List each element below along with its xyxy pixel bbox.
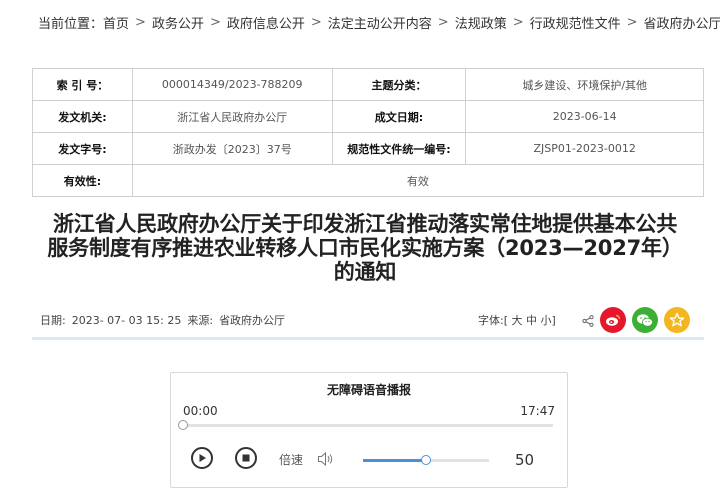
player-title: 无障碍语音播报 <box>326 383 411 397</box>
total-time: 17:47 <box>520 404 555 418</box>
meta-key-validity: 有效性: <box>32 164 133 197</box>
meta-value-issuer: 浙江省人民政府办公厅 <box>131 100 333 133</box>
progress-thumb[interactable] <box>178 420 188 430</box>
meta-row: 索 引 号： 000014349/2023-788209 主题分类： 城乡建设、… <box>32 68 704 101</box>
play-button[interactable] <box>191 447 213 469</box>
source-value: 省政府办公厅 <box>219 314 286 327</box>
breadcrumb-separator: > <box>512 14 524 30</box>
current-time: 00:00 <box>183 404 218 418</box>
breadcrumb-prefix: 当前位置： <box>38 16 104 32</box>
meta-row: 发文机关: 浙江省人民政府办公厅 成文日期: 2023-06-14 <box>32 100 704 133</box>
breadcrumb-separator: > <box>626 14 638 30</box>
progress-track[interactable] <box>183 424 553 427</box>
article-title-line: 服务制度有序推进农业转移人口市民化实施方案（2023—2027年） <box>47 236 683 260</box>
breadcrumb-normative-docs[interactable]: 行政规范性文件 <box>530 13 621 32</box>
article-title: 浙江省人民政府办公厅关于印发浙江省推动落实常住地提供基本公共 服务制度有序推进农… <box>20 212 710 284</box>
breadcrumb-statutory-content[interactable]: 法定主动公开内容 <box>328 13 432 32</box>
volume-slider-thumb[interactable] <box>421 455 431 465</box>
font-size-switcher: 字体:[ 大 中 小] <box>478 312 556 328</box>
share-icon[interactable] <box>582 315 594 327</box>
date-label: 日期: <box>40 314 66 327</box>
breadcrumb-regulations[interactable]: 法规政策 <box>455 13 507 32</box>
article-title-line: 浙江省人民政府办公厅关于印发浙江省推动落实常住地提供基本公共 <box>53 212 677 236</box>
breadcrumb-separator: > <box>437 14 449 30</box>
weibo-icon <box>606 314 621 326</box>
document-meta-table: 索 引 号： 000014349/2023-788209 主题分类： 城乡建设、… <box>32 68 705 197</box>
breadcrumb-info-disclosure[interactable]: 政府信息公开 <box>227 13 305 32</box>
article-title-line: 的通知 <box>333 260 397 284</box>
font-size-label: 字体: <box>478 314 504 327</box>
star-icon <box>669 312 685 327</box>
meta-row: 发文字号: 浙政办发〔2023〕37号 规范性文件统一编号: ZJSP01-20… <box>32 132 704 165</box>
meta-row: 有效性: 有效 <box>32 164 705 197</box>
breadcrumb-separator: > <box>209 14 221 30</box>
section-divider <box>32 337 704 340</box>
favorite-button[interactable] <box>664 307 690 333</box>
audio-player: 无障碍语音播报 00:00 17:47 倍速 50 <box>170 372 568 488</box>
source-label: 来源: <box>187 314 214 327</box>
playback-speed-button[interactable]: 倍速 <box>279 451 303 468</box>
breadcrumb-gov-affairs[interactable]: 政务公开 <box>152 13 204 32</box>
meta-value-validity: 有效 <box>131 164 705 197</box>
meta-value-doc-number: 浙政办发〔2023〕37号 <box>131 132 333 165</box>
meta-key-topic: 主题分类： <box>331 68 467 101</box>
meta-key-index: 索 引 号： <box>32 68 133 101</box>
wechat-share-button[interactable] <box>632 307 658 333</box>
wechat-icon <box>637 313 653 327</box>
publish-date: 2023- 07- 03 15: 25 <box>71 314 182 327</box>
meta-key-doc-number: 发文字号: <box>32 132 133 165</box>
breadcrumb-home[interactable]: 首页 <box>103 13 129 32</box>
meta-value-topic: 城乡建设、环境保护/其他 <box>465 68 704 101</box>
stop-button[interactable] <box>235 447 257 469</box>
breadcrumb-separator: > <box>135 14 146 30</box>
article-dateline: 日期: 2023- 07- 03 15: 25 来源: 省政府办公厅 <box>40 312 291 328</box>
meta-value-index: 000014349/2023-788209 <box>131 68 333 101</box>
breadcrumb-provincial-office[interactable]: 省政府办公厅 <box>644 13 720 32</box>
volume-icon[interactable] <box>317 451 335 467</box>
meta-value-date: 2023-06-14 <box>465 100 704 133</box>
volume-slider-fill <box>363 459 426 462</box>
play-icon <box>199 454 206 462</box>
meta-key-date: 成文日期: <box>331 100 467 133</box>
breadcrumb: 当前位置： 首页 > 政务公开 > 政府信息公开 > 法定主动公开内容 > 法规… <box>34 12 720 32</box>
font-size-options[interactable]: [ 大 中 小] <box>504 314 556 327</box>
meta-value-unified-number: ZJSP01-2023-0012 <box>465 132 704 165</box>
volume-value: 50 <box>515 451 535 469</box>
breadcrumb-separator: > <box>310 14 322 30</box>
stop-icon <box>242 454 250 462</box>
meta-key-issuer: 发文机关: <box>32 100 133 133</box>
weibo-share-button[interactable] <box>600 307 626 333</box>
meta-key-unified-number: 规范性文件统一编号: <box>331 132 467 165</box>
